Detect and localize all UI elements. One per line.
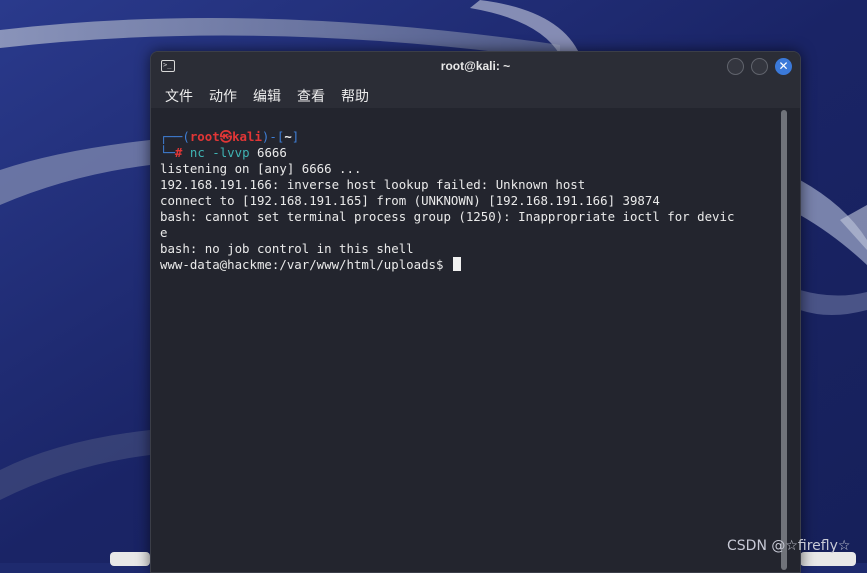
minimize-button[interactable]	[727, 58, 744, 75]
scrollbar[interactable]	[779, 108, 789, 572]
output-line: connect to [192.168.191.165] from (UNKNO…	[160, 193, 660, 208]
output-line: 192.168.191.166: inverse host lookup fai…	[160, 177, 586, 192]
text-cursor	[452, 257, 461, 271]
terminal-window: >_ root@kali: ~ ✕ 文件 动作 编辑 查看 帮助 ┌──(roo…	[150, 51, 801, 573]
prompt-corner-bottom: └─	[160, 145, 175, 160]
output-line: bash: cannot set terminal process group …	[160, 209, 735, 224]
command-text: nc -lvvp	[189, 145, 250, 160]
prompt-line-top: ┌──(root㉿kali)-[~]	[160, 129, 782, 145]
close-button[interactable]: ✕	[775, 58, 792, 75]
prompt-host: kali	[232, 129, 262, 144]
prompt-hash: #	[174, 145, 183, 160]
close-icon: ✕	[778, 59, 789, 73]
prompt-line-bottom: └─# nc -lvvp 6666	[160, 145, 782, 161]
title-bar[interactable]: >_ root@kali: ~ ✕	[151, 52, 800, 82]
taskbar-tab[interactable]	[800, 552, 856, 566]
output-line: bash: no job control in this shell	[160, 241, 414, 256]
menu-item-help[interactable]: 帮助	[341, 86, 369, 106]
prompt-mid: )-[	[261, 129, 285, 144]
watermark: CSDN @☆firefly☆	[727, 538, 851, 554]
window-title: root@kali: ~	[440, 59, 511, 73]
output-line: listening on [any] 6666 ...	[160, 161, 362, 176]
menu-item-actions[interactable]: 动作	[209, 86, 237, 106]
menu-bar: 文件 动作 编辑 查看 帮助	[151, 82, 800, 108]
menu-item-view[interactable]: 查看	[297, 86, 325, 106]
menu-item-file[interactable]: 文件	[165, 86, 193, 106]
prompt-at-symbol: ㉿	[219, 129, 233, 144]
output-line: e	[160, 225, 168, 240]
terminal-content[interactable]: ┌──(root㉿kali)-[~] └─# nc -lvvp 6666 lis…	[151, 108, 800, 572]
terminal-output[interactable]: ┌──(root㉿kali)-[~] └─# nc -lvvp 6666 lis…	[160, 129, 782, 273]
shell-prompt-line: www-data@hackme:/var/www/html/uploads$	[160, 257, 782, 273]
menu-item-edit[interactable]: 编辑	[253, 86, 281, 106]
prompt-dir: ~	[284, 129, 292, 144]
prompt-corner-top: ┌──(	[160, 129, 190, 144]
maximize-button[interactable]	[751, 58, 768, 75]
prompt-user: root	[189, 129, 220, 144]
command-argument: 6666	[257, 145, 287, 160]
prompt-close: ]	[291, 129, 300, 144]
taskbar-tab[interactable]	[110, 552, 150, 566]
scrollbar-thumb[interactable]	[781, 110, 787, 570]
shell-prompt: www-data@hackme:/var/www/html/uploads$	[160, 257, 451, 272]
